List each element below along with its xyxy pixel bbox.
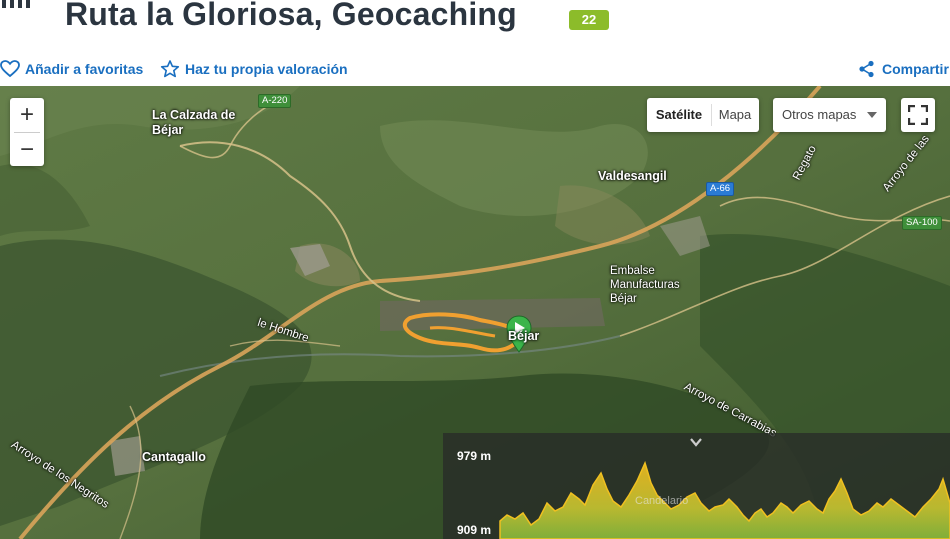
rate-route-label: Haz tu propia valoración: [185, 61, 348, 77]
fullscreen-icon: [908, 105, 928, 125]
route-map[interactable]: La Calzada de Béjar Valdesangil Embalse …: [0, 86, 950, 539]
add-favorite-label: Añadir a favoritas: [25, 61, 144, 77]
app-logo-icon[interactable]: [0, 0, 40, 10]
elevation-chart: [499, 438, 950, 539]
add-favorite-button[interactable]: Añadir a favoritas: [0, 60, 145, 80]
difficulty-badge: 22: [569, 10, 609, 30]
collapse-chevron-icon[interactable]: [690, 438, 702, 447]
profile-candelario-label: Candelario: [635, 495, 689, 507]
map-button[interactable]: Mapa: [711, 98, 759, 132]
elevation-min-label: 909 m: [457, 523, 492, 537]
share-button[interactable]: Compartir: [858, 60, 950, 80]
star-icon: [160, 60, 180, 78]
caret-down-icon: [867, 112, 877, 118]
elevation-max-label: 979 m: [457, 449, 492, 463]
page-header: Ruta la Gloriosa, Geocaching 22 Añadir a…: [0, 0, 950, 86]
map-label-valdesangil: Valdesangil: [598, 169, 667, 183]
fullscreen-button[interactable]: [901, 98, 935, 132]
zoom-out-button[interactable]: −: [10, 133, 44, 166]
zoom-control: + −: [10, 98, 44, 166]
map-label-embalse: Embalse Manufacturas Béjar: [610, 265, 680, 305]
other-maps-dropdown[interactable]: Otros mapas: [773, 98, 886, 132]
zoom-in-button[interactable]: +: [10, 98, 44, 131]
map-label-cantagallo: Cantagallo: [142, 450, 206, 464]
share-label: Compartir: [882, 61, 949, 77]
road-a66: A-66: [706, 182, 735, 196]
other-maps-label: Otros mapas: [782, 107, 857, 122]
share-icon: [859, 60, 874, 78]
elevation-profile[interactable]: Candelario 979 m 909 m: [443, 433, 950, 539]
road-sa100: SA-100: [902, 216, 942, 230]
map-label-calzada: La Calzada de Béjar: [152, 108, 236, 137]
heart-icon: [0, 60, 20, 78]
map-type-toggle: Satélite Mapa: [647, 98, 759, 132]
map-label-bejar: Béjar: [508, 329, 540, 343]
road-a220: A-220: [258, 94, 292, 108]
page-title: Ruta la Gloriosa, Geocaching: [65, 0, 517, 32]
satellite-button[interactable]: Satélite: [647, 98, 711, 132]
rate-route-button[interactable]: Haz tu propia valoración: [160, 60, 350, 80]
